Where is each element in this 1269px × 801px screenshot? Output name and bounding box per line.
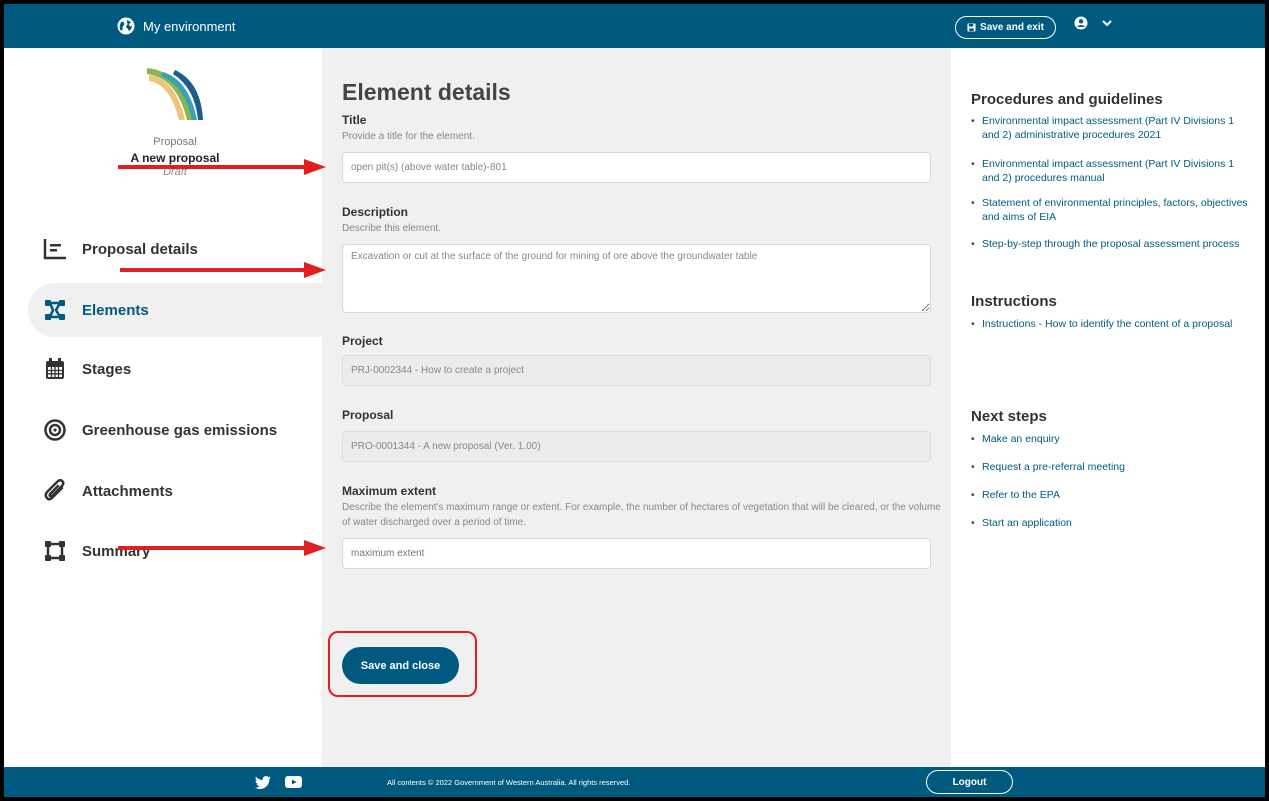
title-hint: Provide a title for the element.	[342, 131, 475, 142]
sidebar: Proposal A new proposal Draft Proposal d…	[4, 48, 324, 767]
chart-icon	[42, 236, 68, 262]
chevron-down-icon	[1102, 19, 1112, 26]
sidebar-item-greenhouse-gas-emissions[interactable]: Greenhouse gas emissions	[28, 403, 324, 457]
next-step-link[interactable]: Start an application	[971, 516, 1251, 530]
next-step-link[interactable]: Refer to the EPA	[971, 488, 1251, 502]
sidebar-item-label: Elements	[82, 301, 149, 319]
title-label: Title	[342, 113, 367, 127]
top-bar: My environment Save and exit	[4, 4, 1265, 48]
max-extent-label: Maximum extent	[342, 484, 437, 498]
sidebar-item-label: Summary	[82, 542, 151, 560]
user-menu[interactable]	[1074, 16, 1112, 30]
procedures-heading: Procedures and guidelines	[971, 91, 1163, 108]
procedure-link[interactable]: Step-by-step through the proposal assess…	[971, 237, 1251, 251]
paperclip-icon	[42, 478, 68, 504]
next-steps-list: Make an enquiry Request a pre-referral m…	[971, 432, 1251, 530]
sidebar-item-label: Proposal details	[82, 240, 198, 258]
description-textarea[interactable]: Excavation or cut at the surface of the …	[342, 244, 931, 313]
procedure-link[interactable]: Environmental impact assessment (Part IV…	[971, 157, 1251, 185]
proposal-status: Draft	[163, 166, 187, 178]
sidebar-item-label: Attachments	[82, 482, 173, 500]
save-and-exit-label: Save and exit	[980, 22, 1044, 33]
next-step-link[interactable]: Request a pre-referral meeting	[971, 460, 1251, 474]
copyright-text: All contents © 2022 Government of Wester…	[387, 778, 631, 787]
max-extent-input[interactable]	[342, 538, 931, 569]
next-step-link[interactable]: Make an enquiry	[971, 432, 1251, 446]
twitter-icon[interactable]	[255, 776, 271, 789]
globe-icon	[117, 17, 135, 35]
sidebar-item-stages[interactable]: Stages	[28, 342, 324, 396]
epa-logo-icon	[147, 68, 203, 120]
project-label: Project	[342, 334, 383, 348]
proposal-name: A new proposal	[130, 151, 220, 165]
app-name: My environment	[143, 18, 236, 34]
title-input[interactable]	[342, 152, 931, 183]
proposal-caption: Proposal	[153, 136, 197, 148]
floppy-disk-icon	[967, 23, 976, 32]
max-extent-hint: Describe the element's maximum range or …	[342, 502, 941, 528]
project-field: PRJ-0002344 - How to create a project	[342, 355, 931, 386]
help-panel: Procedures and guidelines Environmental …	[951, 48, 1265, 767]
main-form-panel: Element details Title Provide a title fo…	[322, 48, 951, 767]
description-label: Description	[342, 205, 409, 219]
proposal-label: Proposal	[342, 408, 394, 422]
next-steps-heading: Next steps	[971, 408, 1047, 425]
elements-icon	[42, 297, 68, 323]
page-title: Element details	[342, 79, 511, 105]
sidebar-item-label: Greenhouse gas emissions	[82, 421, 278, 439]
sidebar-item-label: Stages	[82, 360, 132, 378]
procedure-link[interactable]: Environmental impact assessment (Part IV…	[971, 114, 1251, 142]
instructions-heading: Instructions	[971, 293, 1057, 310]
sidebar-item-elements[interactable]: Elements	[28, 283, 324, 337]
sidebar-item-summary[interactable]: Summary	[28, 524, 324, 578]
instructions-link[interactable]: Instructions - How to identify the conte…	[971, 317, 1251, 331]
description-hint: Describe this element.	[342, 223, 441, 234]
brand[interactable]: My environment	[117, 17, 235, 35]
proposal-field: PRO-0001344 - A new proposal (Ver. 1.00)	[342, 431, 931, 462]
sidebar-item-attachments[interactable]: Attachments	[28, 464, 324, 518]
logout-button[interactable]: Logout	[926, 770, 1013, 794]
procedures-list: Environmental impact assessment (Part IV…	[971, 114, 1251, 251]
save-and-exit-button[interactable]: Save and exit	[955, 16, 1056, 39]
footer: All contents © 2022 Government of Wester…	[4, 767, 1265, 797]
summary-icon	[42, 538, 68, 564]
procedure-link[interactable]: Statement of environmental principles, f…	[971, 196, 1251, 224]
instructions-list: Instructions - How to identify the conte…	[971, 317, 1251, 331]
sidebar-item-proposal-details[interactable]: Proposal details	[28, 222, 324, 276]
save-and-close-button[interactable]: Save and close	[342, 647, 459, 684]
app-window: My environment Save and exit Proposal A …	[4, 4, 1265, 797]
youtube-icon[interactable]	[285, 776, 302, 788]
user-icon	[1074, 16, 1088, 30]
calendar-icon	[42, 356, 68, 382]
target-icon	[42, 417, 68, 443]
